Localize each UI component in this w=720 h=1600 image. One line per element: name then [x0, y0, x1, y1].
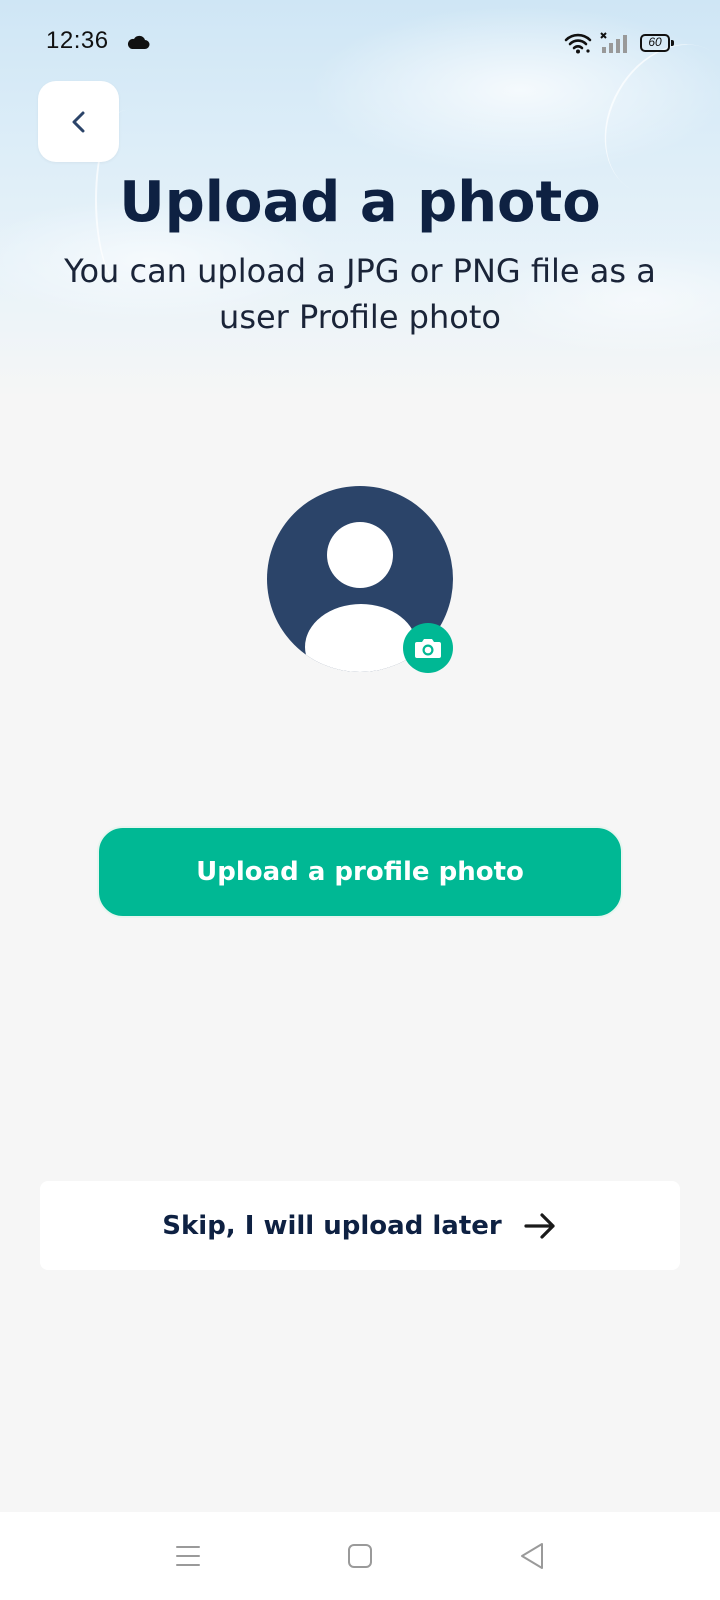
signal-icon — [600, 32, 627, 53]
status-bar: 12:36 60 — [0, 0, 720, 86]
page-subtitle: You can upload a JPG or PNG file as a us… — [64, 252, 656, 336]
skip-button[interactable]: Skip, I will upload later — [40, 1181, 680, 1270]
arrow-right-icon — [524, 1212, 555, 1239]
upload-photo-screen: 12:36 60 Upload a photo You can upload a… — [0, 0, 720, 1600]
chevron-left-icon — [72, 111, 84, 132]
page-title: Upload a photo — [119, 170, 601, 235]
cloud-icon — [127, 35, 150, 49]
avatar-head — [327, 522, 393, 588]
wifi-icon — [564, 33, 592, 54]
skip-label: Skip, I will upload later — [162, 1210, 502, 1241]
menu-icon — [176, 1546, 200, 1566]
nav-menu-button[interactable] — [164, 1532, 212, 1580]
camera-badge-button[interactable] — [403, 623, 453, 673]
upload-profile-photo-button[interactable]: Upload a profile photo — [97, 826, 623, 918]
nav-home-button[interactable] — [336, 1532, 384, 1580]
avatar-body — [305, 604, 417, 672]
back-triangle-icon — [521, 1543, 543, 1569]
back-button[interactable] — [38, 81, 119, 162]
navigation-bar — [0, 1512, 720, 1600]
status-time: 12:36 — [46, 27, 109, 54]
battery-icon: 60 — [640, 34, 674, 52]
nav-back-button[interactable] — [508, 1532, 556, 1580]
camera-icon — [415, 639, 441, 658]
home-square-icon — [348, 1544, 372, 1568]
